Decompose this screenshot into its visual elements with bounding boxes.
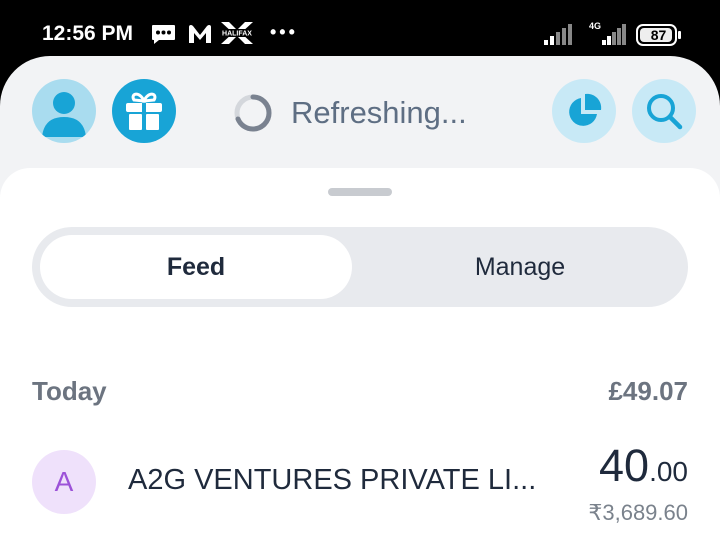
spinner-icon [234, 94, 272, 132]
local-currency-amount: ₹3,689.60 [588, 500, 688, 525]
merchant-name: A2G VENTURES PRIVATE LI... [128, 464, 537, 496]
amount-major: 40 [599, 440, 650, 491]
network-type-label: 4G [589, 21, 601, 31]
transaction-amount: 40.00 [599, 440, 688, 492]
more-dots-icon: ••• [270, 22, 298, 42]
section-date-label: Today [32, 376, 107, 406]
insights-pie-icon [569, 93, 602, 126]
insights-button[interactable] [552, 79, 616, 143]
search-icon [647, 94, 683, 130]
battery-icon: 87 [636, 24, 682, 46]
amount-minor: .00 [649, 456, 688, 487]
transaction-row[interactable]: A A2G VENTURES PRIVATE LI... 40.00 ₹3,68… [0, 440, 720, 536]
search-button[interactable] [632, 79, 696, 143]
profile-icon [42, 92, 86, 137]
status-time: 12:56 PM [42, 22, 134, 45]
tab-feed[interactable]: Feed [40, 235, 352, 299]
battery-level: 87 [650, 27, 667, 43]
feed-manage-toggle: Feed Manage [32, 227, 688, 307]
profile-button[interactable] [32, 79, 96, 143]
merchant-avatar: A [32, 450, 96, 514]
halifax-icon: HALIFAX [217, 22, 257, 44]
message-icon [152, 25, 175, 44]
status-bar: 12:56 PM HALIFAX ••• 4G 87 [0, 0, 720, 60]
refresh-status: Refreshing... [291, 95, 467, 130]
halifax-label: HALIFAX [222, 31, 252, 38]
gift-icon [126, 92, 162, 130]
signal-4g-icon: 4G [589, 21, 626, 45]
signal-icon [544, 24, 572, 45]
section-total: £49.07 [608, 376, 688, 406]
feed-sheet: Feed Manage Today £49.07 A A2G VENTURES … [0, 168, 720, 556]
rewards-button[interactable] [112, 79, 176, 143]
sheet-drag-handle[interactable] [328, 188, 392, 196]
tab-manage[interactable]: Manage [360, 235, 680, 299]
m-app-icon [189, 25, 211, 43]
